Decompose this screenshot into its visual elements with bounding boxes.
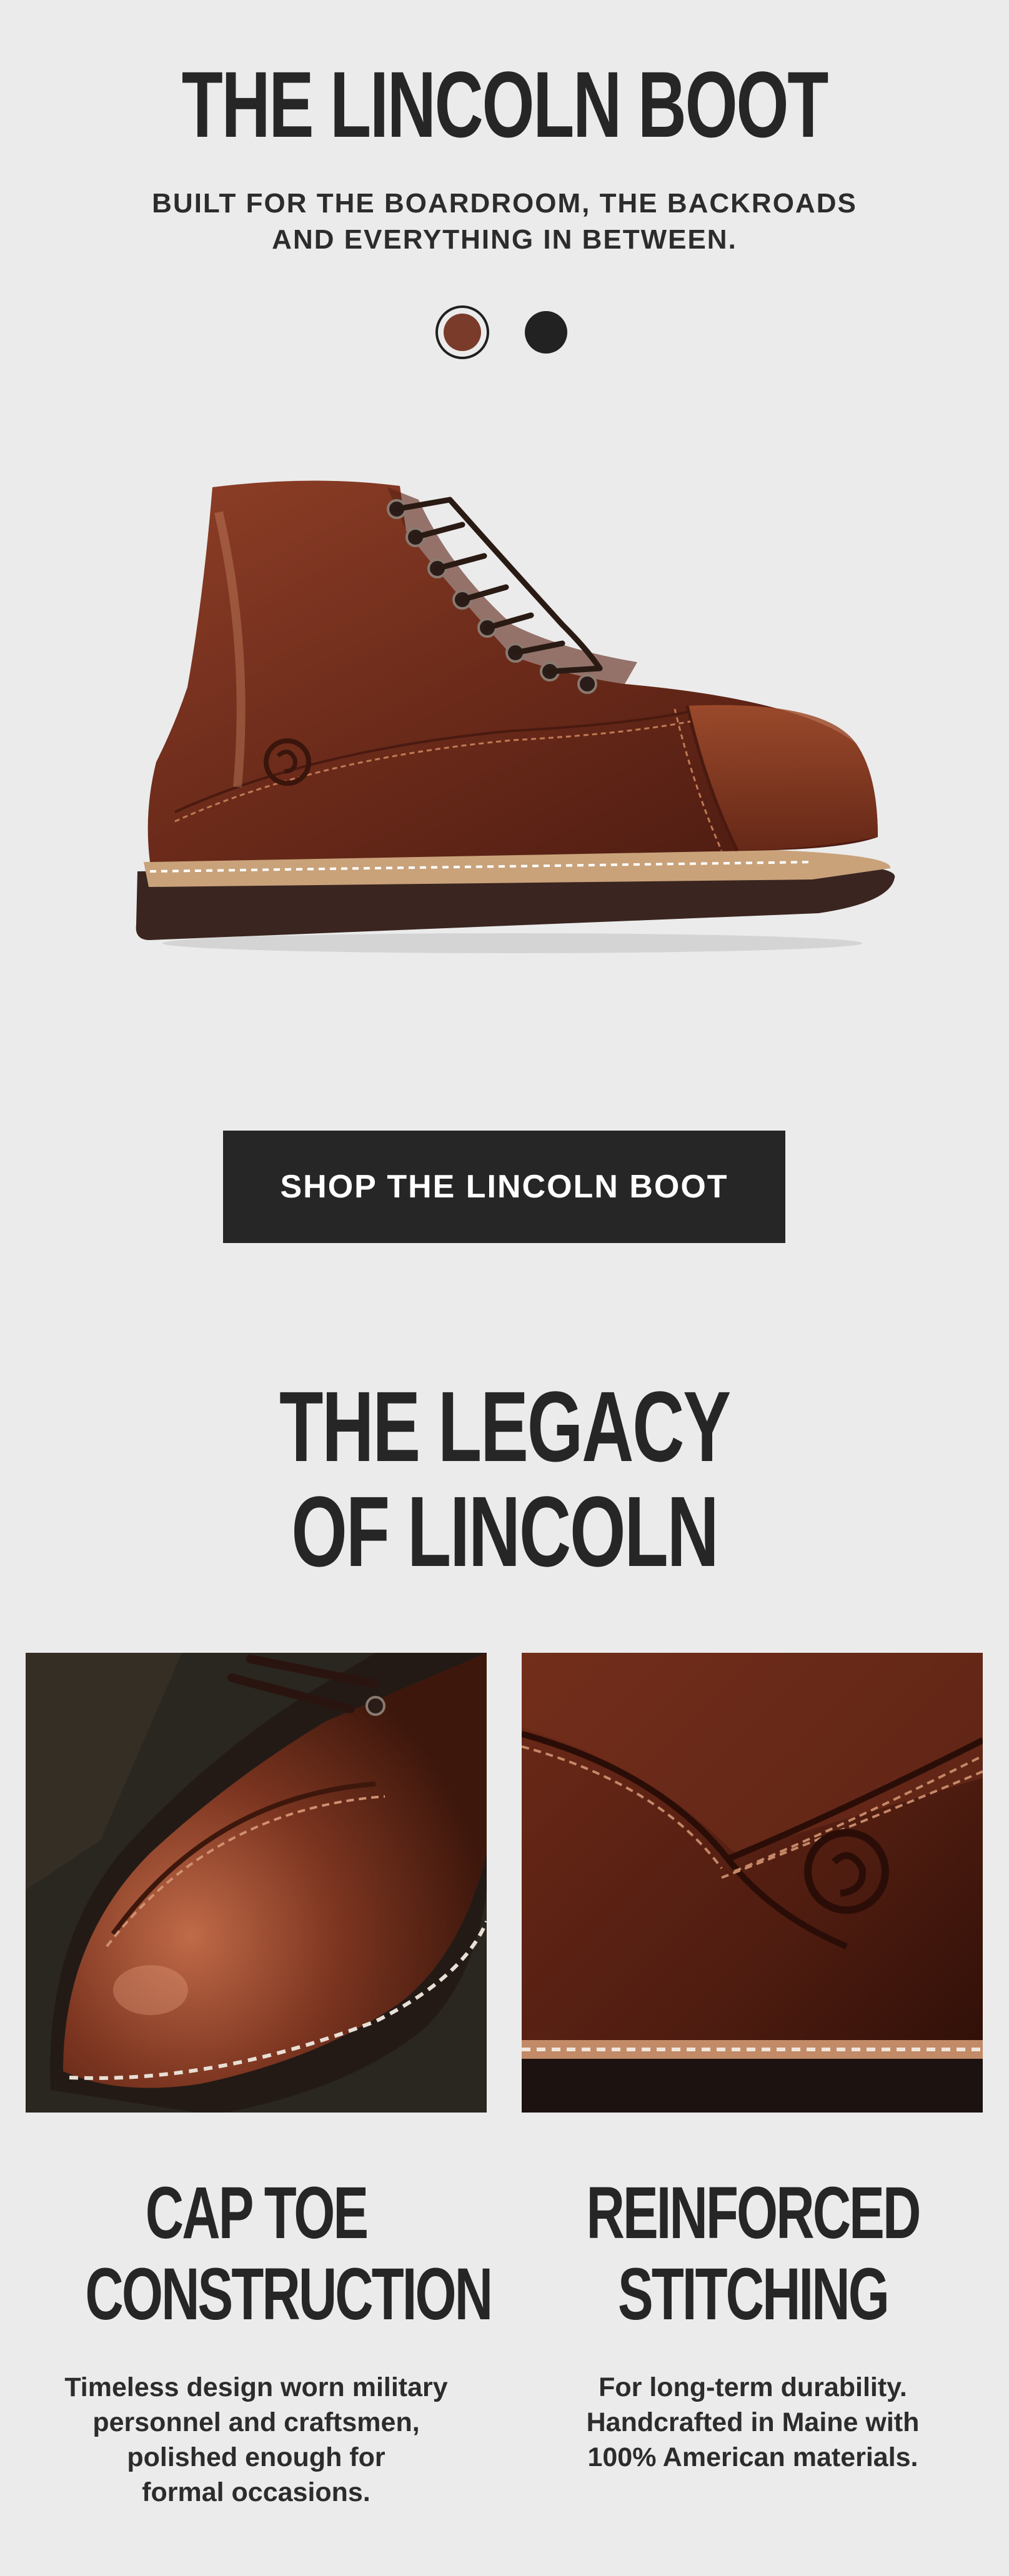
legacy-title-line-2: OF LINCOLN (291, 1475, 718, 1587)
subtitle-line-2: AND EVERYTHING IN BETWEEN. (272, 224, 737, 255)
shop-lincoln-boot-button[interactable]: SHOP THE LINCOLN BOOT (223, 1131, 785, 1243)
swatch-brown-fill (444, 314, 481, 351)
feature-cap-toe-body-line: personnel and craftsmen, (92, 2407, 420, 2437)
feature-stitching-title-line-1: REINFORCED (586, 2172, 922, 2254)
feature-cap-toe-title-line-1: CAP TOE (145, 2172, 369, 2254)
feature-stitching-body-line: Handcrafted in Maine with (586, 2407, 920, 2437)
feature-stitching-body: For long-term durability. Handcrafted in… (515, 2370, 990, 2475)
feature-cap-toe-title-line-2: CONSTRUCTION (85, 2253, 493, 2336)
color-swatches (0, 305, 1009, 359)
legacy-title: THE LEGACY OF LINCOLN (141, 1374, 868, 1584)
boot-hero-image (136, 480, 895, 953)
feature-cap-toe-body-line: polished enough for (127, 2442, 385, 2472)
legacy-title-line-1: THE LEGACY (279, 1370, 731, 1482)
page-title: THE LINCOLN BOOT (181, 52, 829, 157)
swatch-black[interactable] (525, 311, 567, 354)
feature-stitching-body-line: 100% American materials. (587, 2442, 918, 2472)
feature-cap-toe-body-line: Timeless design worn military (64, 2372, 448, 2402)
feature-cap-toe-body-line: formal occasions. (142, 2477, 370, 2507)
email-page: THE LINCOLN BOOT BUILT FOR THE BOARDROOM… (0, 0, 1009, 2576)
page-subtitle: BUILT FOR THE BOARDROOM, THE BACKROADS A… (0, 186, 1009, 258)
feature-cap-toe-title: CAP TOE CONSTRUCTION (85, 2172, 493, 2336)
stitching-photo (522, 1653, 983, 2113)
feature-stitching-title-line-2: STITCHING (618, 2253, 890, 2336)
feature-cap-toe-body: Timeless design worn military personnel … (19, 2370, 494, 2510)
feature-stitching-body-line: For long-term durability. (599, 2372, 907, 2402)
cap-toe-photo (26, 1653, 487, 2113)
swatch-brown[interactable] (435, 305, 489, 359)
feature-stitching-title: REINFORCED STITCHING (582, 2172, 923, 2335)
subtitle-line-1: BUILT FOR THE BOARDROOM, THE BACKROADS (152, 188, 857, 219)
